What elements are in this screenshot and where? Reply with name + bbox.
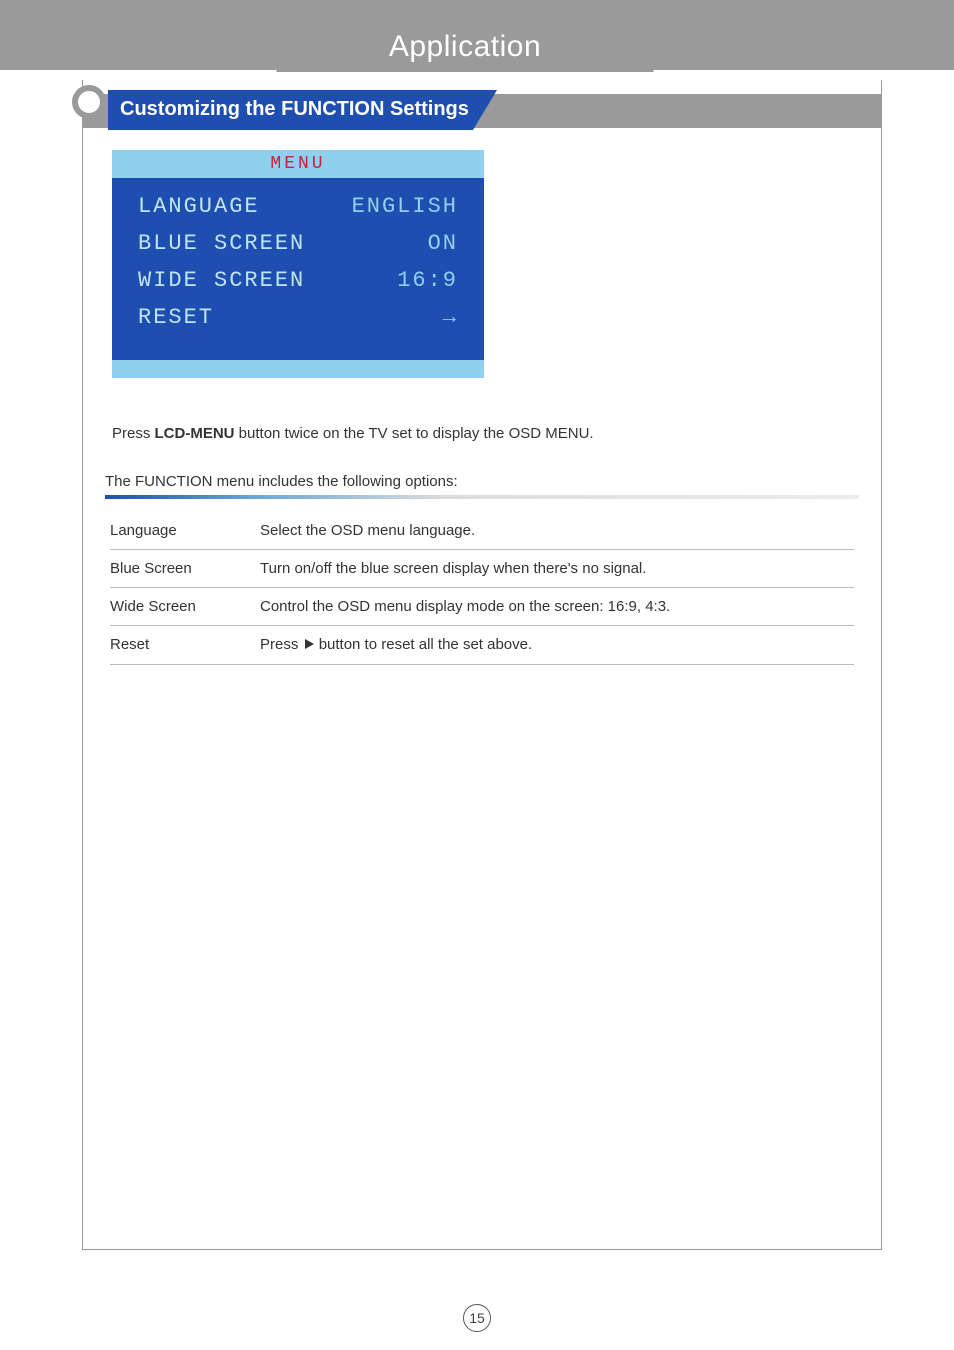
table-row: Reset Press button to reset all the set … — [110, 626, 854, 665]
tab-slant-right — [630, 24, 654, 72]
header-tab-label: Application — [300, 30, 630, 64]
option-name: Wide Screen — [110, 598, 260, 615]
options-table: Language Select the OSD menu language. B… — [110, 512, 854, 665]
osd-row-label: RESET — [138, 305, 214, 330]
option-desc: Turn on/off the blue screen display when… — [260, 560, 854, 577]
osd-row-wide-screen: WIDE SCREEN 16:9 — [138, 262, 458, 299]
section-bullet-icon — [72, 85, 106, 119]
osd-row-value: ON — [428, 231, 458, 256]
table-row: Blue Screen Turn on/off the blue screen … — [110, 550, 854, 588]
gradient-divider — [105, 495, 859, 499]
page-number-wrap: 15 — [0, 1304, 954, 1332]
text: button twice on the TV set to display th… — [235, 425, 594, 442]
osd-row-label: WIDE SCREEN — [138, 268, 305, 293]
osd-menu: MENU LANGUAGE ENGLISH BLUE SCREEN ON WID… — [112, 150, 484, 378]
instruction-line-1: Press LCD-MENU button twice on the TV se… — [112, 425, 594, 442]
header-tab: Application — [300, 24, 630, 72]
table-row: Language Select the OSD menu language. — [110, 512, 854, 550]
osd-row-reset: RESET → — [138, 299, 458, 336]
text: Press — [112, 425, 155, 442]
page-number: 15 — [463, 1304, 491, 1332]
lcd-menu-bold: LCD-MENU — [155, 425, 235, 442]
osd-row-value: ENGLISH — [352, 194, 458, 219]
page: Application Customizing the FUNCTION Set… — [0, 0, 954, 1350]
osd-row-label: BLUE SCREEN — [138, 231, 305, 256]
osd-row-blue-screen: BLUE SCREEN ON — [138, 225, 458, 262]
osd-row-label: LANGUAGE — [138, 194, 260, 219]
option-name: Language — [110, 522, 260, 539]
osd-menu-header: MENU — [112, 150, 484, 178]
option-desc: Control the OSD menu display mode on the… — [260, 598, 854, 615]
option-name: Blue Screen — [110, 560, 260, 577]
osd-row-value: 16:9 — [397, 268, 458, 293]
osd-row-language: LANGUAGE ENGLISH — [138, 188, 458, 225]
option-desc: Select the OSD menu language. — [260, 522, 854, 539]
option-name: Reset — [110, 636, 260, 654]
play-triangle-icon — [303, 637, 315, 654]
text: Press — [260, 636, 303, 653]
arrow-right-icon: → — [443, 305, 458, 330]
section-title: Customizing the FUNCTION Settings — [120, 98, 469, 121]
text: button to reset all the set above. — [319, 636, 532, 653]
section-tab-slant — [473, 90, 497, 130]
tab-slant-left — [276, 24, 300, 72]
osd-menu-footer-bar — [112, 360, 484, 378]
instruction-line-2: The FUNCTION menu includes the following… — [105, 473, 458, 490]
table-row: Wide Screen Control the OSD menu display… — [110, 588, 854, 626]
option-desc: Press button to reset all the set above. — [260, 636, 854, 654]
osd-menu-body: LANGUAGE ENGLISH BLUE SCREEN ON WIDE SCR… — [112, 178, 484, 360]
